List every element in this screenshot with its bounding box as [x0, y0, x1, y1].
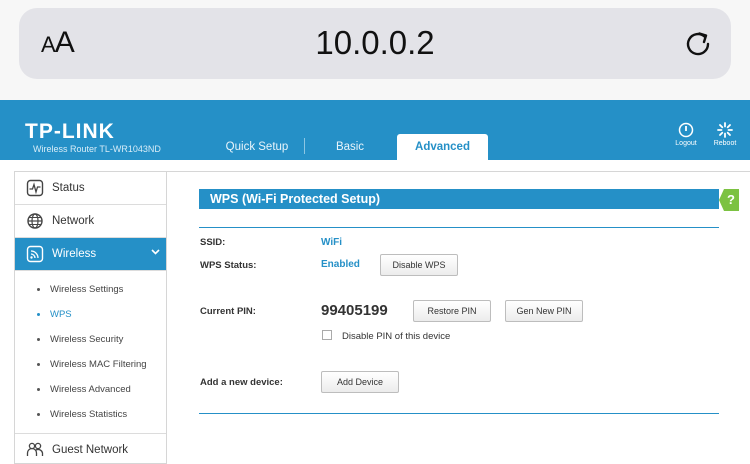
reboot-label: Reboot — [713, 140, 737, 147]
bullet-icon — [37, 313, 40, 316]
bullet-icon — [37, 413, 40, 416]
sidebar-item-label: Network — [52, 215, 95, 227]
sub-item-label: Wireless Advanced — [50, 384, 131, 395]
chevron-down-icon — [151, 249, 160, 255]
wps-status-value: Enabled — [321, 259, 360, 270]
tab-divider — [304, 138, 305, 154]
router-header: TP-LINK Wireless Router TL-WR1043ND Quic… — [0, 100, 750, 160]
reboot-icon — [717, 122, 733, 138]
guests-icon — [26, 442, 44, 456]
model-name: Wireless Router TL-WR1043ND — [33, 144, 161, 154]
status-icon — [26, 179, 44, 197]
logout-button[interactable]: Logout — [666, 122, 706, 147]
current-pin-value: 99405199 — [321, 302, 388, 319]
main-content: WPS (Wi-Fi Protected Setup) ? SSID: WiFi… — [167, 171, 750, 464]
ssid-value: WiFi — [321, 237, 343, 248]
sub-item-label: Wireless Security — [50, 334, 124, 345]
reload-icon[interactable] — [681, 27, 715, 61]
sidebar-item-label: Guest Network — [52, 444, 129, 456]
sub-item-label: Wireless MAC Filtering — [50, 359, 147, 370]
sub-item-label: Wireless Statistics — [50, 409, 128, 420]
globe-icon — [27, 213, 43, 229]
url-text[interactable]: 10.0.0.2 — [19, 24, 731, 62]
help-button[interactable]: ? — [719, 189, 739, 211]
add-device-label: Add a new device: — [200, 377, 283, 388]
wireless-submenu: Wireless Settings WPS Wireless Security … — [15, 271, 166, 434]
disable-pin-label: Disable PIN of this device — [342, 331, 451, 342]
reboot-button[interactable]: Reboot — [705, 122, 745, 147]
divider — [199, 413, 719, 414]
ssid-label: SSID: — [200, 237, 226, 248]
browser-toolbar: AA 10.0.0.2 — [0, 0, 750, 100]
divider — [199, 227, 719, 228]
sidebar-sub-wps[interactable]: WPS — [15, 302, 166, 327]
bullet-icon — [37, 388, 40, 391]
sub-item-label: WPS — [50, 309, 72, 320]
sidebar-item-network[interactable]: Network — [15, 205, 166, 238]
add-device-button[interactable]: Add Device — [321, 371, 399, 393]
address-bar[interactable]: AA 10.0.0.2 — [19, 8, 731, 79]
sidebar-sub-mac-filtering[interactable]: Wireless MAC Filtering — [15, 352, 166, 377]
sidebar-sub-wireless-advanced[interactable]: Wireless Advanced — [15, 377, 166, 402]
bullet-icon — [37, 288, 40, 291]
logout-icon — [678, 122, 694, 138]
sidebar-sub-wireless-statistics[interactable]: Wireless Statistics — [15, 402, 166, 427]
sidebar-item-wireless[interactable]: Wireless — [15, 238, 166, 271]
tab-quick-setup[interactable]: Quick Setup — [215, 134, 299, 160]
wifi-icon — [26, 245, 44, 263]
sidebar: Status Network Wireless Wireless Setting… — [14, 171, 167, 464]
sidebar-item-guest-network[interactable]: Guest Network — [15, 434, 166, 464]
sub-item-label: Wireless Settings — [50, 284, 124, 295]
sidebar-sub-wireless-security[interactable]: Wireless Security — [15, 327, 166, 352]
gen-new-pin-button[interactable]: Gen New PIN — [505, 300, 583, 322]
sidebar-item-label: Wireless — [52, 248, 97, 260]
current-pin-label: Current PIN: — [200, 306, 256, 317]
tab-basic[interactable]: Basic — [308, 134, 392, 160]
sidebar-item-label: Status — [52, 182, 85, 194]
logout-label: Logout — [675, 140, 697, 147]
sidebar-item-status[interactable]: Status — [15, 172, 166, 205]
bullet-icon — [37, 363, 40, 366]
wps-status-label: WPS Status: — [200, 260, 257, 271]
disable-pin-checkbox[interactable] — [322, 330, 332, 340]
bullet-icon — [37, 338, 40, 341]
tp-link-logo: TP-LINK — [25, 120, 115, 143]
restore-pin-button[interactable]: Restore PIN — [413, 300, 491, 322]
tab-advanced[interactable]: Advanced — [397, 134, 488, 160]
page-title: WPS (Wi-Fi Protected Setup) — [199, 189, 719, 209]
disable-wps-button[interactable]: Disable WPS — [380, 254, 458, 276]
sidebar-sub-wireless-settings[interactable]: Wireless Settings — [15, 277, 166, 302]
